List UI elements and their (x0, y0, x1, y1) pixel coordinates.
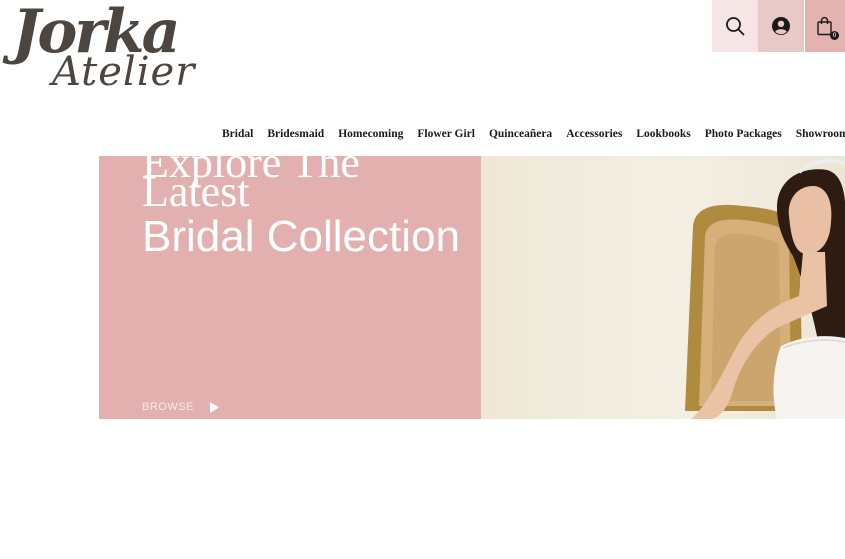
account-button[interactable] (758, 0, 804, 52)
hero-banner: Explore The Latest Bridal Collection BRO… (99, 156, 845, 419)
nav-item-bridal[interactable]: Bridal (222, 128, 253, 140)
search-button[interactable] (712, 0, 758, 52)
nav-item-homecoming[interactable]: Homecoming (338, 128, 403, 140)
hero-bride-photo (481, 156, 845, 419)
browse-link[interactable]: BROWSE (142, 401, 219, 413)
nav-item-lookbooks[interactable]: Lookbooks (636, 128, 690, 140)
nav-item-quinceanera[interactable]: Quinceañera (489, 128, 552, 140)
main-nav: Bridal Bridesmaid Homecoming Flower Girl… (222, 128, 845, 140)
hero-heading-top: Explore The Latest (142, 156, 360, 216)
cart-button[interactable]: 0 (805, 0, 845, 52)
logo-subtitle: Atelier (52, 49, 196, 95)
account-icon (772, 17, 790, 35)
site-logo[interactable]: Jorka Atelier (12, 2, 217, 102)
hero-heading-main: Bridal Collection (142, 212, 460, 261)
browse-label: BROWSE (142, 401, 194, 413)
hero-text-panel: Explore The Latest Bridal Collection BRO… (99, 156, 481, 419)
nav-item-showroom[interactable]: Showroom (796, 128, 845, 140)
nav-item-bridesmaid[interactable]: Bridesmaid (267, 128, 324, 140)
search-icon (726, 17, 745, 36)
nav-item-accessories[interactable]: Accessories (566, 128, 622, 140)
nav-item-flower-girl[interactable]: Flower Girl (417, 128, 475, 140)
play-arrow-icon (209, 401, 219, 413)
cart-count-badge: 0 (830, 31, 839, 40)
nav-item-photo-packages[interactable]: Photo Packages (705, 128, 782, 140)
